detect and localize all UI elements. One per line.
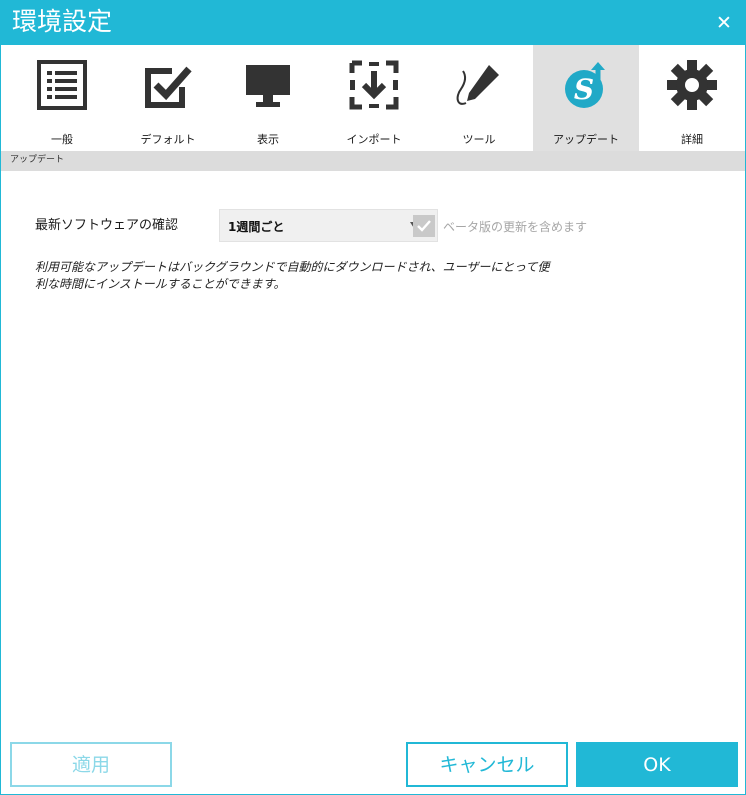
pen-icon <box>456 65 499 105</box>
tab-label: デフォルト <box>140 133 196 146</box>
import-icon <box>349 60 399 110</box>
tab-tools[interactable]: ツール <box>426 45 532 151</box>
tab-advanced[interactable]: 詳細 <box>639 45 745 151</box>
gear-icon <box>667 60 717 110</box>
list-icon <box>37 60 87 110</box>
tab-label: 詳細 <box>681 133 703 146</box>
update-description-line: 利な時間にインストールすることができます。 <box>35 277 286 291</box>
tab-label: ツール <box>462 133 496 146</box>
update-description: 利用可能なアップデートはバックグラウンドで自動的にダウンロードされ、ユーザーにと… <box>35 259 555 293</box>
checkmark-icon <box>417 220 431 232</box>
monitor-icon <box>246 65 290 107</box>
tab-defaults[interactable]: デフォルト <box>115 45 221 151</box>
title-bar: 環境設定 ✕ <box>1 1 745 45</box>
update-check-label: 最新ソフトウェアの確認 <box>35 218 179 233</box>
update-frequency-select[interactable]: 1週間ごと <box>219 209 438 242</box>
checkbox-icon <box>145 66 192 108</box>
update-check-row: 最新ソフトウェアの確認 1週間ごと ベータ版の更新を含めます <box>35 208 675 244</box>
preferences-window: 環境設定 ✕ 一般 デフォルト 表示 インポート ツール S アップデート 詳細… <box>0 0 746 795</box>
breadcrumb-label: アップデート <box>10 155 65 165</box>
update-logo-icon: S <box>565 62 605 108</box>
apply-button[interactable]: 適用 <box>10 742 172 787</box>
tab-general[interactable]: 一般 <box>9 45 115 151</box>
update-frequency-value: 1週間ごと <box>228 220 285 234</box>
tab-label: アップデート <box>553 133 619 146</box>
tab-bar: 一般 デフォルト 表示 インポート ツール S アップデート 詳細 <box>1 45 745 151</box>
cancel-button[interactable]: キャンセル <box>406 742 568 787</box>
tab-import[interactable]: インポート <box>321 45 427 151</box>
breadcrumb: アップデート <box>1 151 745 171</box>
tab-display[interactable]: 表示 <box>215 45 321 151</box>
close-button[interactable]: ✕ <box>713 12 735 34</box>
beta-updates-label: ベータ版の更新を含めます <box>443 220 588 234</box>
update-description-line: 利用可能なアップデートはバックグラウンドで自動的にダウンロードされ、ユーザーにと… <box>35 260 550 274</box>
svg-text:S: S <box>574 73 594 106</box>
tab-label: 一般 <box>51 133 73 146</box>
tab-update[interactable]: S アップデート <box>533 45 639 151</box>
ok-button[interactable]: OK <box>576 742 738 787</box>
tab-label: インポート <box>346 133 402 146</box>
beta-updates-checkbox[interactable] <box>413 215 435 237</box>
tab-label: 表示 <box>257 133 279 146</box>
window-title: 環境設定 <box>12 7 113 36</box>
